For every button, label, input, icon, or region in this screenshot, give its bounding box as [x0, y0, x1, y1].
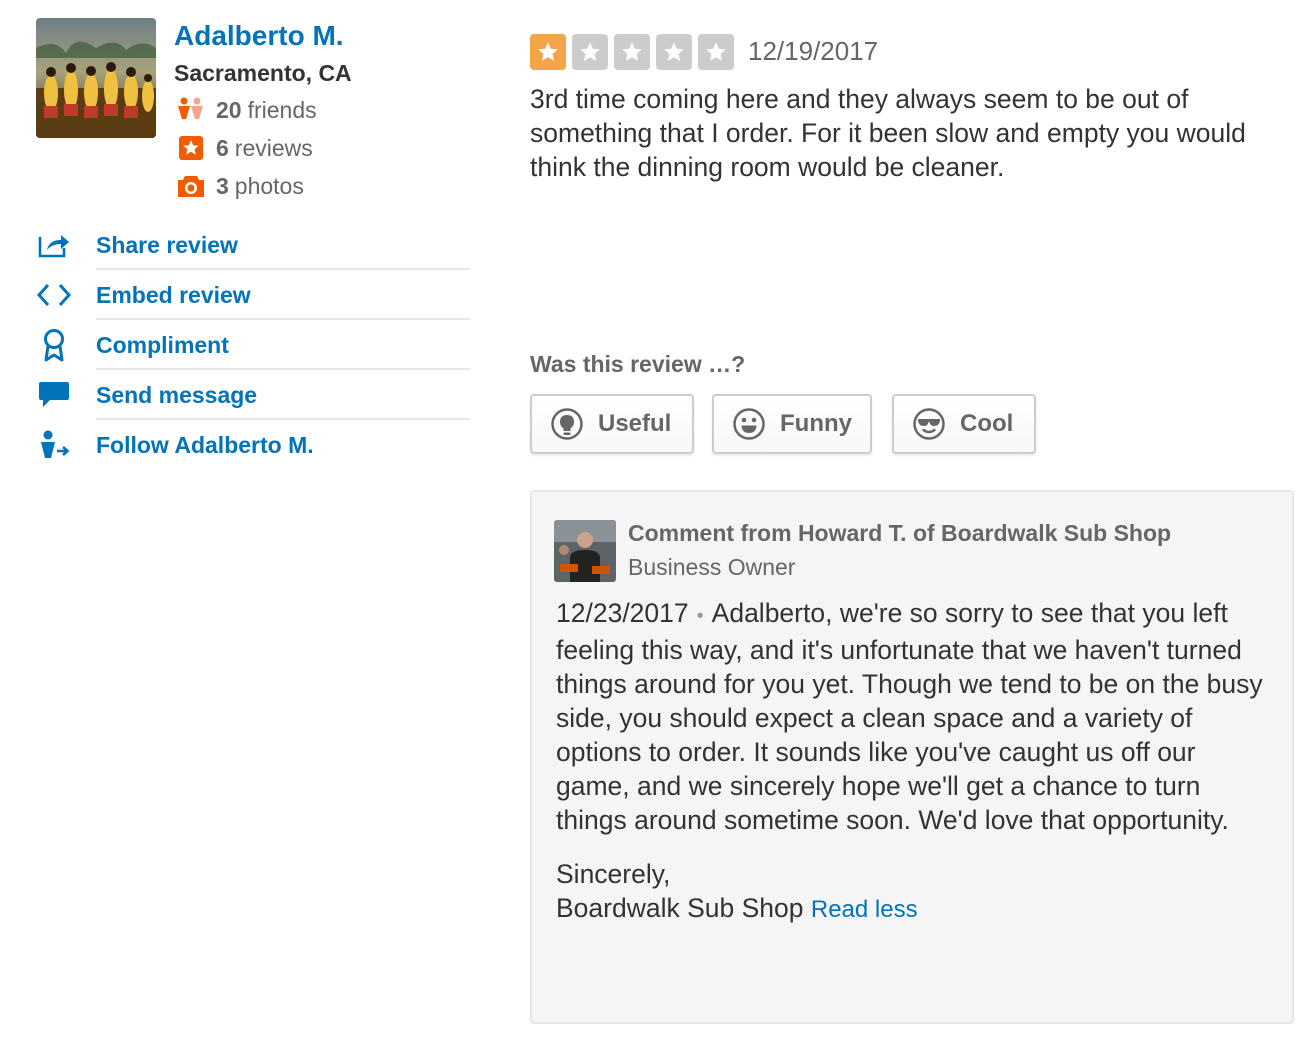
user-location: Sacramento, CA: [174, 60, 352, 86]
friends-icon: [176, 95, 206, 125]
follow-user-link[interactable]: Follow Adalberto M.: [36, 420, 470, 470]
smiley-face-icon: [732, 407, 766, 441]
review-star-icon: [176, 133, 206, 163]
embed-code-icon: [36, 277, 72, 313]
star-icon: [698, 34, 734, 70]
photos-label: photos: [234, 172, 304, 199]
send-message-link[interactable]: Send message: [36, 370, 470, 420]
comment-sign-off: Sincerely,: [556, 859, 671, 889]
speech-bubble-icon: [36, 377, 72, 413]
embed-review-link[interactable]: Embed review: [36, 270, 470, 320]
photos-count: 3 photos: [176, 171, 304, 201]
friends-count: 20 friends: [176, 95, 317, 125]
share-review-label: Share review: [96, 231, 238, 258]
comment-body: 12/23/2017 • Adalberto, we're so sorry to …: [556, 596, 1276, 927]
reviews-number: 6: [216, 134, 229, 161]
share-review-link[interactable]: Share review: [36, 220, 470, 270]
comment-date: 12/23/2017: [556, 598, 689, 628]
owner-avatar[interactable]: [554, 520, 616, 582]
embed-review-label: Embed review: [96, 281, 251, 308]
follow-user-icon: [36, 427, 72, 463]
star-icon: [656, 34, 692, 70]
comment-role: Business Owner: [628, 554, 796, 580]
friends-number: 20: [216, 96, 242, 123]
award-ribbon-icon: [36, 327, 72, 363]
star-icon: [572, 34, 608, 70]
star-icon: [530, 34, 566, 70]
user-avatar[interactable]: [36, 18, 156, 138]
star-icon: [614, 34, 650, 70]
camera-icon: [176, 171, 206, 201]
comment-signature: Boardwalk Sub Shop: [556, 893, 804, 923]
reviews-count: 6 reviews: [176, 133, 313, 163]
cool-button[interactable]: Cool: [892, 394, 1036, 454]
funny-button[interactable]: Funny: [712, 394, 872, 454]
vote-prompt: Was this review …?: [530, 351, 746, 377]
useful-button[interactable]: Useful: [530, 394, 694, 454]
share-icon: [36, 227, 72, 263]
send-message-label: Send message: [96, 381, 258, 408]
lightbulb-icon: [550, 407, 584, 441]
compliment-link[interactable]: Compliment: [36, 320, 470, 370]
cool-label: Cool: [960, 410, 1014, 437]
review-text: 3rd time coming here and they always see…: [530, 84, 1246, 182]
review-date: 12/19/2017: [748, 36, 879, 66]
read-less-link[interactable]: Read less: [811, 896, 918, 923]
user-name-link[interactable]: Adalberto M.: [174, 20, 344, 52]
star-rating: [530, 34, 740, 70]
friends-label: friends: [247, 96, 317, 123]
useful-label: Useful: [598, 410, 672, 437]
funny-label: Funny: [780, 410, 852, 437]
separator-dot: •: [696, 605, 704, 627]
owner-comment: Comment from Howard T. of Boardwalk Sub …: [530, 490, 1294, 1024]
sunglasses-face-icon: [912, 407, 946, 441]
compliment-label: Compliment: [96, 331, 229, 358]
comment-text: Adalberto, we're so sorry to see that yo…: [556, 598, 1263, 835]
review-actions: Share review Embed review Compliment Sen…: [36, 220, 470, 470]
reviews-label: reviews: [234, 134, 313, 161]
photos-number: 3: [216, 172, 229, 199]
follow-user-label: Follow Adalberto M.: [96, 431, 314, 458]
comment-title: Comment from Howard T. of Boardwalk Sub …: [628, 520, 1172, 546]
